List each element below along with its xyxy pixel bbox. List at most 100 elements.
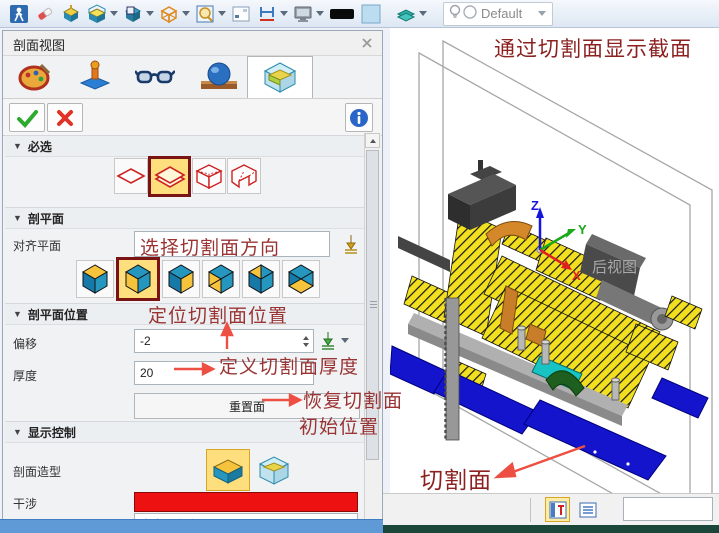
tab-sphere[interactable]	[199, 59, 235, 95]
box-pin-icon[interactable]	[61, 4, 81, 24]
style-solid-cut[interactable]	[206, 449, 250, 491]
scroll-up-button[interactable]	[365, 133, 380, 148]
section-box-dropdown[interactable]	[110, 11, 118, 16]
dialog-titlebar[interactable]: 剖面视图	[3, 31, 382, 56]
tab-palette[interactable]	[17, 59, 53, 95]
toggle-dialog-button[interactable]	[545, 497, 570, 522]
brush-icon[interactable]	[35, 4, 55, 24]
dialog-tabs	[3, 55, 382, 98]
box-badge-icon[interactable]	[123, 4, 143, 24]
annotation-restore-line2: 初始位置	[299, 412, 379, 439]
list-icon	[579, 501, 597, 519]
lightbulb-icon	[448, 4, 462, 23]
tab-glasses[interactable]	[135, 59, 171, 95]
model-assembly[interactable]	[390, 160, 708, 480]
light-config-value: Default	[481, 6, 538, 21]
axis-z-label: Z	[531, 198, 539, 213]
tab-stamp[interactable]	[77, 59, 113, 95]
sphere-light-icon	[462, 4, 478, 23]
style-transparent-box[interactable]	[254, 452, 294, 488]
light-config-combo[interactable]: Default	[443, 2, 553, 26]
box-badge-dropdown[interactable]	[146, 11, 154, 16]
monitor-icon[interactable]	[293, 4, 313, 24]
cut-type-plane[interactable]	[114, 158, 148, 194]
check-icon	[14, 107, 40, 129]
cut-type-corner[interactable]	[227, 158, 261, 194]
status-bar	[383, 493, 719, 526]
layers-icon[interactable]	[396, 4, 416, 24]
wire-cube-dropdown[interactable]	[182, 11, 190, 16]
section-position-label: 剖平面位置	[28, 306, 88, 323]
align-cube-bottom[interactable]	[282, 260, 320, 298]
back-view-label: 后视图	[592, 259, 637, 276]
black-swatch[interactable]	[329, 4, 355, 24]
viewport-frame-icon[interactable]	[231, 4, 251, 24]
scroll-up-icon	[370, 139, 376, 143]
blue-swatch[interactable]	[361, 4, 381, 24]
list-view-button[interactable]	[575, 497, 600, 522]
align-cube-left[interactable]	[116, 257, 160, 301]
layers-dropdown[interactable]	[419, 11, 427, 16]
align-cube-back-left[interactable]	[202, 260, 240, 298]
close-icon[interactable]	[360, 36, 374, 50]
annotation-position-plane: 定位切割面位置	[148, 301, 288, 328]
taskbar-strip	[0, 519, 390, 533]
section-box-icon[interactable]	[87, 4, 107, 24]
reset-plane-label: 重置面	[229, 398, 265, 415]
offset-spinner[interactable]	[299, 331, 312, 351]
panel-text-icon	[549, 501, 567, 519]
ok-button[interactable]	[9, 103, 45, 132]
cut-type-slab[interactable]	[148, 156, 191, 197]
pick-direction-icon[interactable]	[341, 233, 361, 258]
offset-options-caret[interactable]	[341, 338, 349, 343]
interference-color-swatch[interactable]	[134, 492, 358, 512]
align-cube-back-top[interactable]	[242, 260, 280, 298]
app-window: Default 前视图	[0, 0, 719, 533]
info-button[interactable]	[345, 103, 373, 132]
monitor-dropdown[interactable]	[316, 11, 324, 16]
annotation-select-direction: 选择切割面方向	[140, 233, 280, 260]
collapse-icon: ▼	[13, 213, 22, 223]
annotation-cutting-plane: 切割面	[420, 461, 492, 495]
collapse-icon: ▼	[13, 427, 22, 437]
annotation-show-section: 通过切割面显示截面	[494, 33, 692, 63]
x-icon	[54, 107, 76, 129]
walkthrough-icon[interactable]	[9, 4, 29, 24]
annotation-restore-line1: 恢复切割面	[303, 386, 403, 413]
section-view-dialog: 剖面视图 ▼ 必选 ▼ 剖平面	[2, 30, 383, 533]
collapse-icon: ▼	[13, 141, 22, 151]
tab-section-box[interactable]	[261, 59, 297, 95]
annotation-define-thickness: 定义切割面厚度	[219, 352, 359, 379]
align-plane-label: 对齐平面	[13, 237, 61, 254]
panel-scrollbar[interactable]	[364, 133, 381, 532]
viewport[interactable]: 前视图	[390, 28, 719, 493]
combo-caret-icon	[538, 11, 546, 16]
main-toolbar: Default	[0, 0, 719, 28]
wire-cube-icon[interactable]	[159, 4, 179, 24]
command-row	[3, 98, 382, 136]
cancel-button[interactable]	[47, 103, 83, 132]
align-cube-right[interactable]	[162, 260, 200, 298]
statusbar-separator	[530, 498, 531, 522]
dimension-icon[interactable]	[257, 4, 277, 24]
cut-type-box[interactable]	[192, 158, 226, 194]
viewport-canvas[interactable]: 前视图	[390, 28, 719, 493]
info-icon	[349, 108, 369, 128]
collapse-icon: ▼	[13, 309, 22, 319]
section-style-label: 剖面造型	[13, 463, 61, 480]
offset-input[interactable]	[134, 329, 314, 353]
offset-label: 偏移	[13, 335, 37, 352]
axis-x-label: X	[572, 268, 581, 283]
section-required-label: 必选	[28, 138, 52, 155]
zoom-doc-icon[interactable]	[195, 4, 215, 24]
thickness-label: 厚度	[13, 367, 37, 384]
axis-y-label: Y	[578, 222, 587, 237]
dimension-dropdown[interactable]	[280, 11, 288, 16]
zoom-doc-dropdown[interactable]	[218, 11, 226, 16]
dialog-title: 剖面视图	[13, 35, 65, 54]
section-required-header[interactable]: ▼ 必选	[5, 135, 367, 157]
status-input[interactable]	[623, 497, 713, 521]
section-plane-label: 剖平面	[28, 210, 64, 227]
section-plane-header[interactable]: ▼ 剖平面	[5, 207, 367, 229]
align-cube-top[interactable]	[76, 260, 114, 298]
